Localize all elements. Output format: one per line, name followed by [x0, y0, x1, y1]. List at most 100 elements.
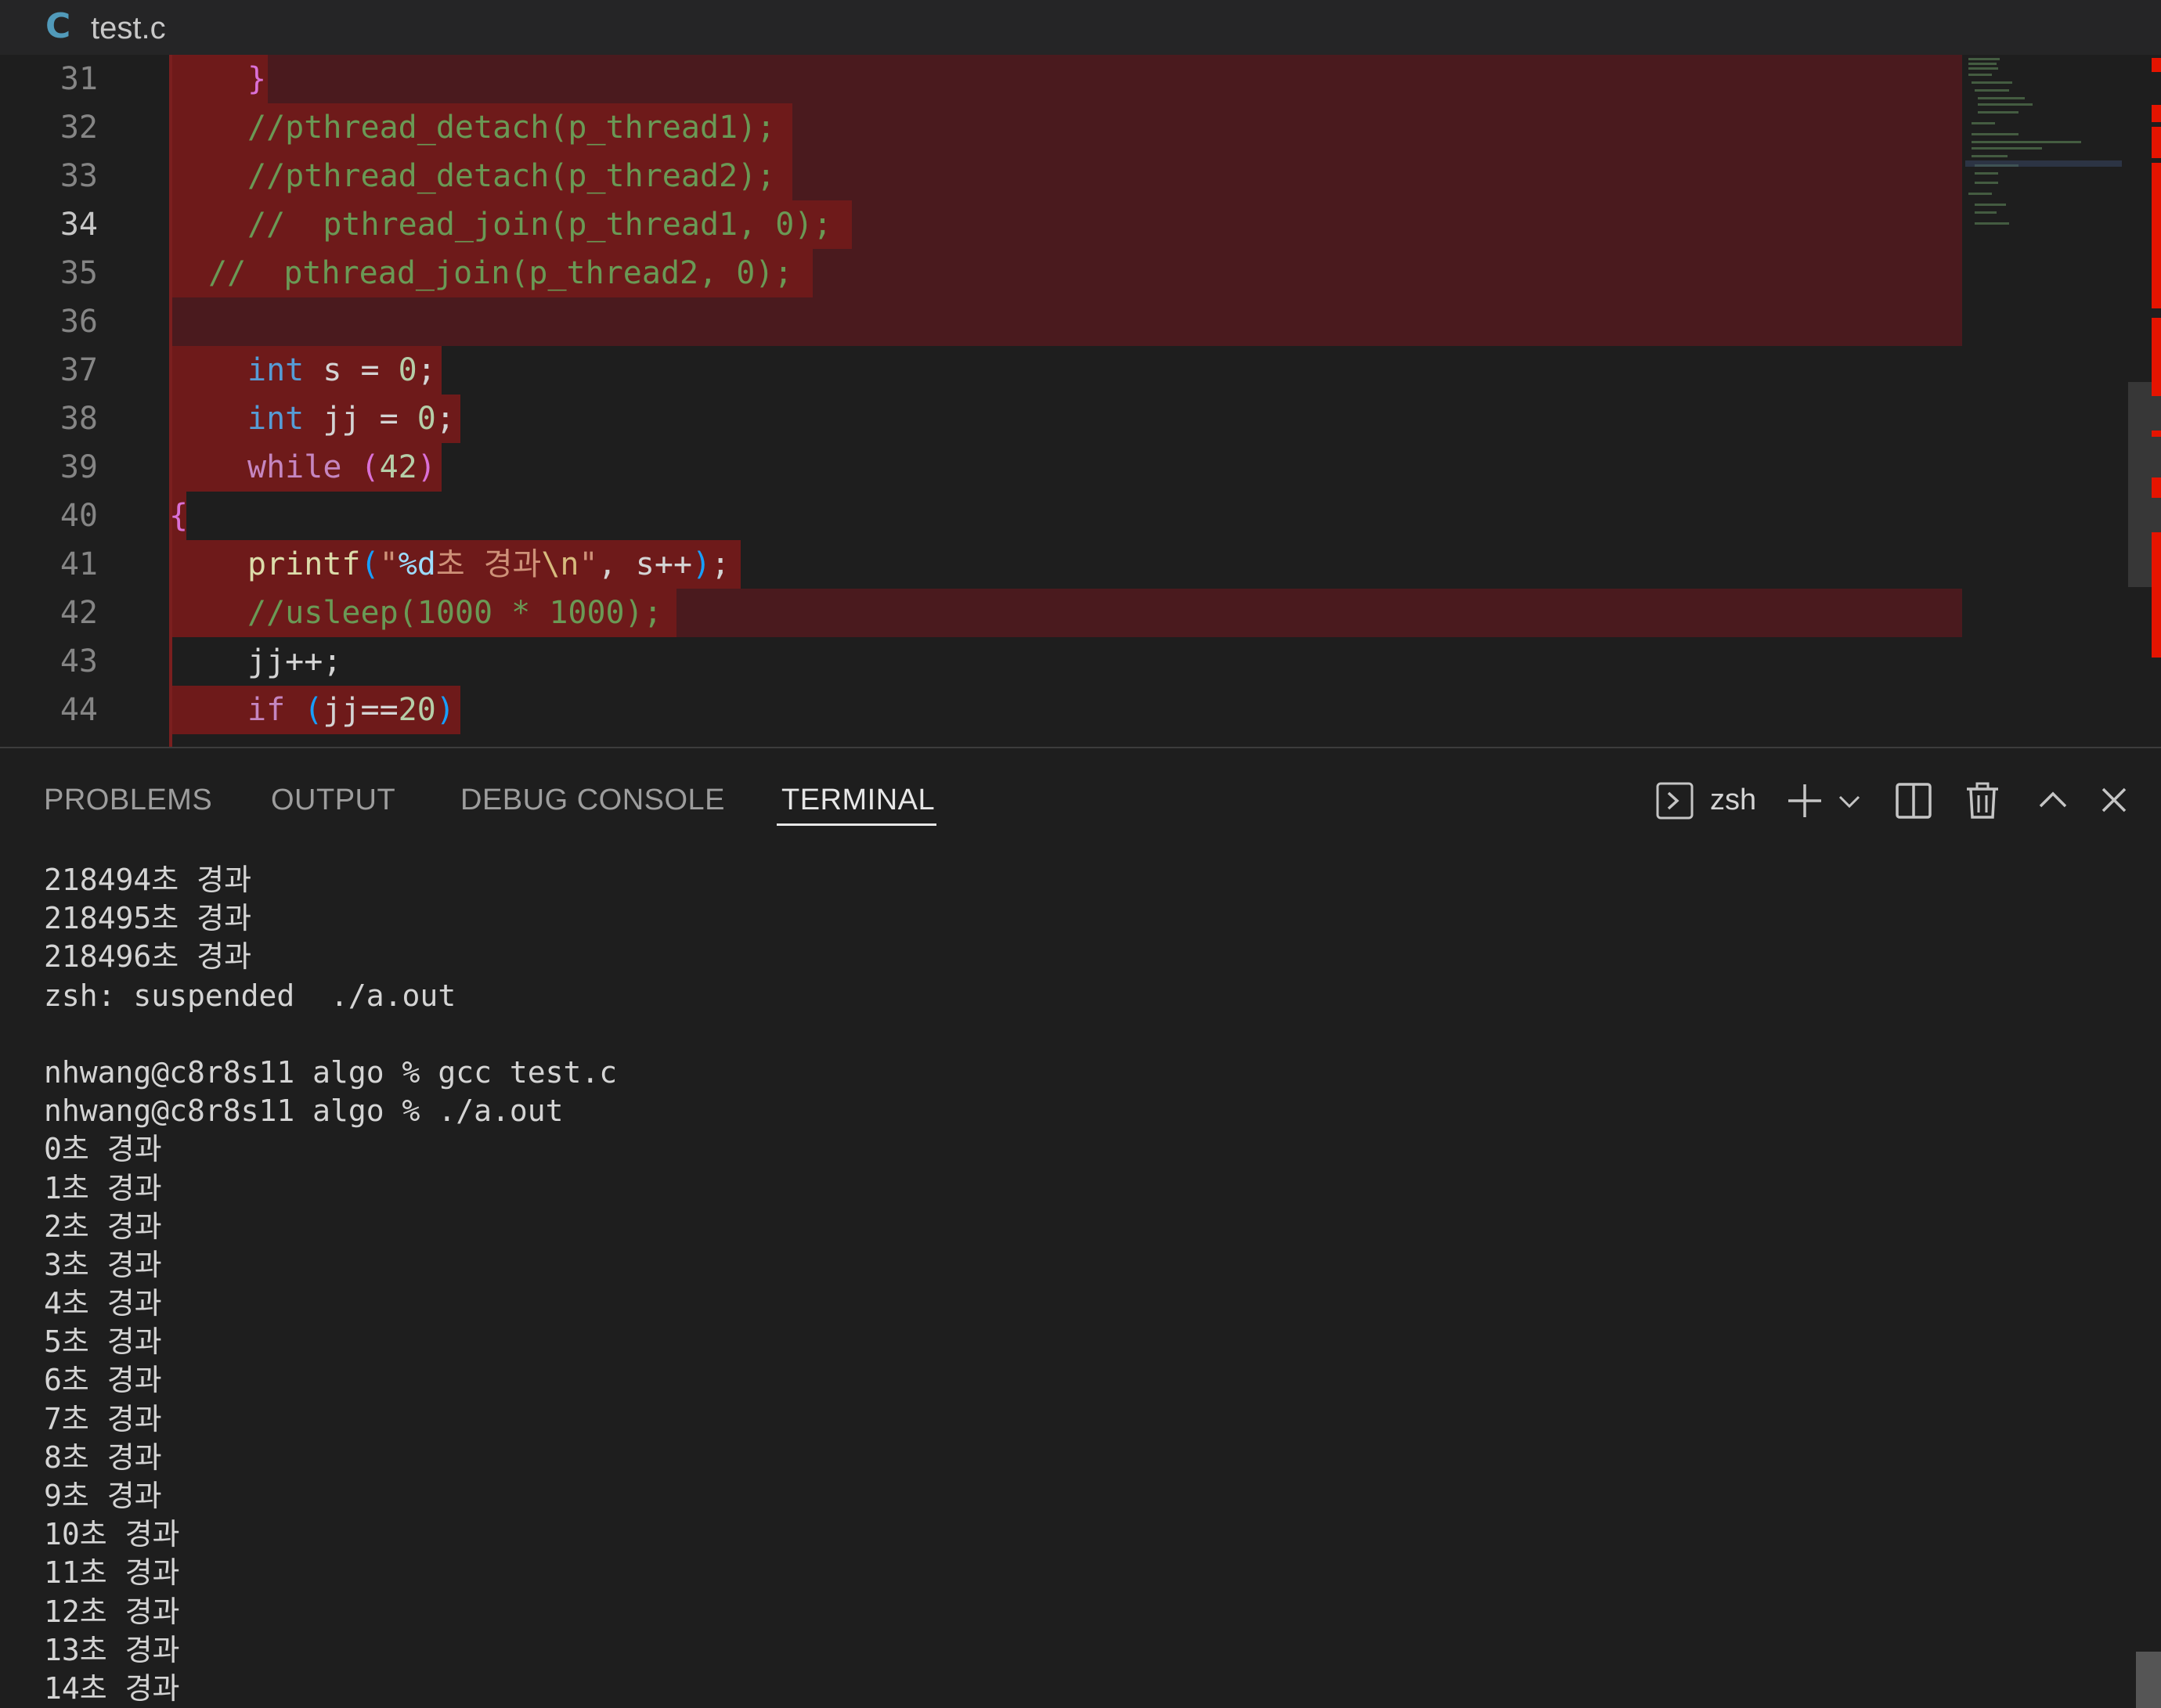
terminal-line: 12초 경과	[44, 1594, 180, 1629]
line-number-active: 34	[60, 207, 98, 243]
code-editor[interactable]: 31 } 32 //pthread_detach(p_thread1); 33 …	[0, 55, 2161, 747]
new-terminal-button[interactable]	[1785, 777, 1826, 823]
diff-marker	[2152, 105, 2161, 122]
line-number: 35	[60, 255, 98, 291]
editor-tab-bar: C test.c	[0, 0, 2161, 55]
code-number: 42	[379, 449, 417, 485]
code-string: 초 경과	[435, 546, 542, 582]
terminal-line: 11초 경과	[44, 1555, 180, 1591]
code-line[interactable]: 43 jj++;	[0, 637, 2130, 686]
code-token: jj==	[323, 692, 399, 728]
terminal-dropdown-button[interactable]	[1837, 777, 1865, 823]
terminal-selector-button[interactable]: zsh	[1655, 777, 1765, 823]
code-line[interactable]: 36	[0, 297, 2130, 346]
code-token: jj =	[304, 401, 417, 437]
code-token: ;	[435, 401, 455, 437]
code-comment: //pthread_detach(p_thread1);	[247, 110, 776, 146]
terminal-line: 1초 경과	[44, 1170, 162, 1205]
minimap-viewport[interactable]	[1965, 160, 2122, 167]
code-string: "	[579, 546, 598, 582]
terminal-line: 8초 경과	[44, 1440, 162, 1475]
tab-problems[interactable]: PROBLEMS	[44, 777, 212, 823]
split-terminal-icon	[1896, 783, 1932, 819]
code-token: }	[247, 61, 267, 97]
close-icon	[2101, 787, 2127, 813]
minimap[interactable]	[1965, 55, 2122, 747]
code-keyword: int	[247, 352, 305, 388]
terminal-line: 0초 경과	[44, 1132, 162, 1167]
kill-terminal-button[interactable]	[1965, 777, 2001, 823]
code-line[interactable]: 40 {	[0, 492, 2130, 540]
chevron-down-icon	[1838, 795, 1860, 809]
terminal-line: 218494초 경과	[44, 863, 252, 897]
code-comment: // pthread_join(p_thread1, 0);	[247, 207, 832, 243]
code-token: (	[285, 692, 323, 728]
terminal-line: 14초 경과	[44, 1670, 180, 1706]
code-escape: \n	[541, 546, 579, 582]
line-number: 33	[60, 158, 98, 194]
line-number: 41	[60, 546, 98, 582]
diff-marker	[2152, 431, 2161, 437]
code-token: ;	[417, 352, 436, 388]
code-token: s =	[304, 352, 399, 388]
code-token: )	[417, 449, 436, 485]
line-number: 38	[60, 401, 98, 437]
terminal-line: nhwang@c8r8s11 algo % ./a.out	[44, 1094, 564, 1129]
line-number: 40	[60, 498, 98, 534]
close-panel-button[interactable]	[2098, 777, 2130, 823]
terminal-output[interactable]: 218494초 경과 218495초 경과 218496초 경과 zsh: suspe…	[44, 861, 617, 1708]
code-line[interactable]: 32 //pthread_detach(p_thread1);	[0, 103, 2130, 152]
terminal-line: 2초 경과	[44, 1209, 162, 1244]
code-comment: //usleep(1000 * 1000);	[247, 595, 662, 631]
terminal-line: 3초 경과	[44, 1247, 162, 1282]
code-line[interactable]: 38 int jj = 0;	[0, 395, 2130, 443]
code-line[interactable]: 31 }	[0, 55, 2130, 103]
line-number: 42	[60, 595, 98, 631]
diff-marker	[2152, 127, 2161, 158]
terminal-line: 6초 경과	[44, 1363, 162, 1398]
line-number: 44	[60, 692, 98, 728]
code-line[interactable]: 42 //usleep(1000 * 1000);	[0, 589, 2130, 637]
terminal-line: 218496초 경과	[44, 939, 252, 975]
code-line[interactable]: 34 // pthread_join(p_thread1, 0);	[0, 200, 2130, 249]
bottom-panel: PROBLEMS OUTPUT DEBUG CONSOLE TERMINAL z…	[0, 747, 2161, 1708]
code-line[interactable]: 33 //pthread_detach(p_thread2);	[0, 152, 2130, 200]
diff-marker	[2152, 240, 2161, 255]
terminal-line: 4초 경과	[44, 1286, 162, 1321]
code-line[interactable]: 41 printf("%d초 경과\n", s++);	[0, 540, 2130, 589]
plus-icon	[1788, 784, 1821, 817]
code-line[interactable]: 44 if (jj==20)	[0, 686, 2130, 734]
tab-filename: test.c	[91, 11, 166, 45]
tab-debug-console[interactable]: DEBUG CONSOLE	[460, 777, 725, 823]
code-line[interactable]: 37 int s = 0;	[0, 346, 2130, 395]
line-number: 39	[60, 449, 98, 485]
code-line[interactable]: 35 // pthread_join(p_thread2, 0);	[0, 249, 2130, 297]
code-keyword: while	[247, 449, 342, 485]
code-number: 0	[417, 401, 436, 437]
terminal-line: 9초 경과	[44, 1479, 162, 1513]
code-keyword: if	[247, 692, 286, 728]
chevron-up-icon	[2039, 791, 2067, 808]
line-number: 43	[60, 643, 98, 679]
code-line[interactable]: 39 while (42)	[0, 443, 2130, 492]
terminal-scrollbar[interactable]	[2136, 1652, 2161, 1708]
diff-marker	[2152, 261, 2161, 308]
maximize-panel-button[interactable]	[2037, 777, 2069, 823]
line-number: 31	[60, 61, 98, 97]
terminal-icon	[1656, 782, 1694, 820]
active-tab-indicator	[777, 823, 936, 826]
tab-output[interactable]: OUTPUT	[271, 777, 395, 823]
tab-terminal[interactable]: TERMINAL	[781, 777, 935, 823]
code-token: jj++;	[247, 643, 342, 679]
c-language-icon: C	[45, 6, 71, 46]
terminal-line: zsh: suspended ./a.out	[44, 978, 456, 1013]
code-comment: // pthread_join(p_thread2, 0);	[208, 255, 793, 291]
code-token: , s++	[597, 546, 693, 582]
terminal-line: 7초 경과	[44, 1401, 162, 1436]
code-token: {	[169, 498, 189, 534]
line-number: 32	[60, 110, 98, 146]
code-keyword: int	[247, 401, 305, 437]
terminal-line: nhwang@c8r8s11 algo % gcc test.c	[44, 1054, 618, 1090]
split-terminal-button[interactable]	[1895, 777, 1934, 823]
